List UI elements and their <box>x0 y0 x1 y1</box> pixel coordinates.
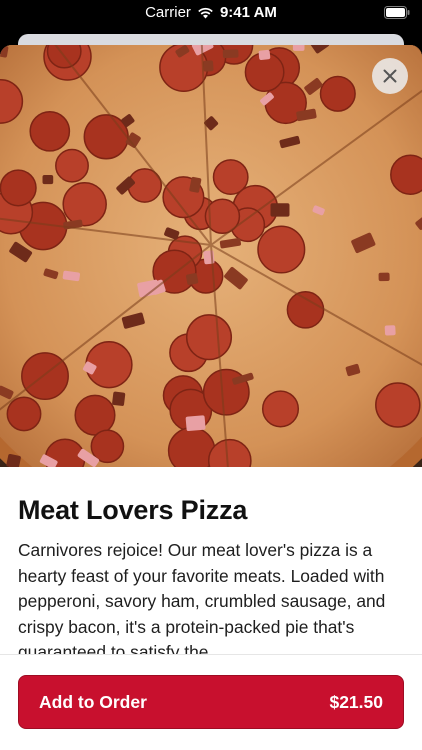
close-icon <box>383 69 397 83</box>
pizza-photo <box>0 45 422 467</box>
meat-topping <box>384 325 396 336</box>
meat-topping <box>378 272 390 282</box>
pepperoni-slice <box>257 225 306 274</box>
item-title: Meat Lovers Pizza <box>18 495 248 525</box>
bottom-action-bar: Add to Order $21.50 <box>0 654 422 750</box>
pepperoni-slice <box>21 352 69 401</box>
app-screen: Carrier 9:41 AM Meat Lovers Pizza Carniv… <box>0 0 422 750</box>
pepperoni-slice <box>319 75 356 112</box>
meat-topping <box>42 175 54 185</box>
battery-icon <box>384 6 410 19</box>
pepperoni-slice <box>167 426 216 467</box>
pepperoni-slice <box>6 396 42 432</box>
meat-topping <box>186 273 199 285</box>
close-button[interactable] <box>372 58 408 94</box>
price-label: $21.50 <box>329 691 383 712</box>
pepperoni-slice <box>62 181 107 227</box>
pepperoni-slice <box>185 314 233 361</box>
pepperoni-slice <box>74 394 116 436</box>
meat-topping <box>112 391 126 406</box>
meat-topping <box>222 49 239 59</box>
pepperoni-slice <box>390 154 422 195</box>
add-to-order-label: Add to Order <box>39 691 147 712</box>
pepperoni-slice <box>261 390 300 428</box>
pepperoni-slice <box>29 110 71 152</box>
meat-topping <box>292 45 305 51</box>
add-to-order-button[interactable]: Add to Order $21.50 <box>18 675 404 729</box>
pizza-illustration <box>0 45 422 467</box>
pepperoni-slice <box>375 382 421 428</box>
meat-topping <box>185 415 206 432</box>
pepperoni-slice <box>286 290 325 329</box>
item-detail-sheet: Meat Lovers Pizza Carnivores rejoice! Ou… <box>0 45 422 750</box>
clock: 9:41 AM <box>219 4 277 21</box>
meat-topping <box>270 203 290 217</box>
meat-topping <box>203 60 214 72</box>
pepperoni-slice <box>55 148 89 183</box>
status-bar: Carrier 9:41 AM <box>0 0 422 28</box>
wifi-icon <box>198 7 213 18</box>
meat-topping <box>258 49 271 60</box>
carrier-label: Carrier <box>145 4 191 21</box>
pepperoni-slice <box>0 169 37 207</box>
